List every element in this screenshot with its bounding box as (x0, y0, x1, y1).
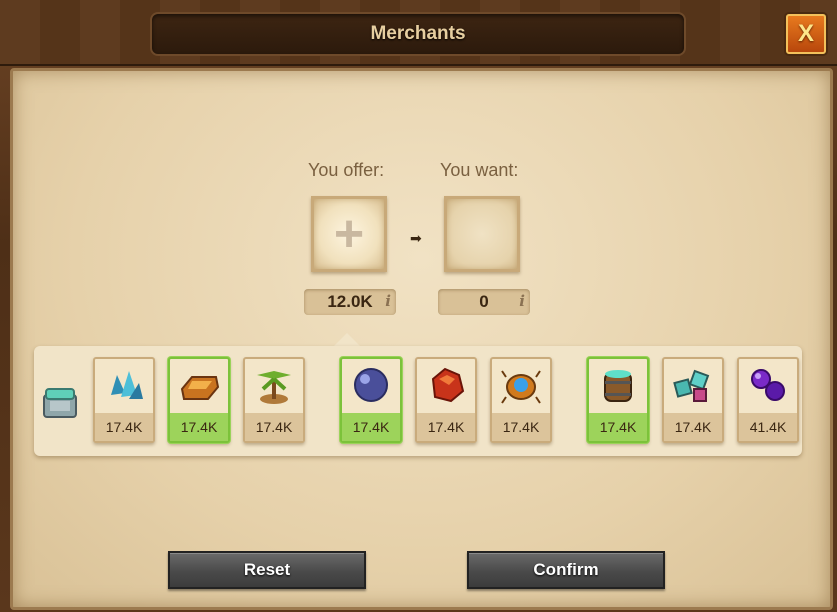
arrow-right-icon: ➡ (410, 230, 422, 246)
crystals-icon (111, 371, 143, 399)
goods-qty: 17.4K (170, 413, 228, 441)
reset-button[interactable]: Reset (168, 551, 366, 589)
goods-card-5[interactable]: 17.4K (415, 357, 477, 443)
purple-orbs-icon (751, 369, 785, 401)
want-amount: 0 i (438, 289, 530, 315)
want-amount-value: 0 (479, 292, 489, 311)
goods-qty: 41.4K (739, 413, 797, 441)
title-plate: Merchants (150, 12, 686, 56)
goods-card-4[interactable]: 17.4K (340, 357, 402, 443)
goods-qty: 17.4K (245, 413, 303, 441)
close-icon: X (797, 20, 814, 47)
goods-card-8[interactable]: 17.4K (662, 357, 724, 443)
info-icon[interactable]: i (385, 292, 391, 310)
goods-qty: 17.4K (589, 413, 647, 441)
offer-label: You offer: (308, 160, 385, 180)
confirm-button[interactable]: Confirm (467, 551, 665, 589)
merchant-panel (10, 68, 833, 610)
want-label: You want: (440, 160, 519, 180)
palm-tree-icon (257, 371, 291, 404)
offer-amount-value: 12.0K (327, 292, 373, 311)
goods-card-6[interactable]: 17.4K (490, 357, 552, 443)
close-button[interactable]: X (786, 14, 826, 54)
goods-qty: 17.4K (417, 413, 475, 441)
goods-qty: 17.4K (492, 413, 550, 441)
info-icon[interactable]: i (519, 292, 525, 310)
goods-card-3[interactable]: 17.4K (243, 357, 305, 443)
want-slot[interactable] (444, 196, 520, 272)
orb-icon (354, 368, 388, 402)
strip-pointer (333, 333, 361, 347)
scarab-icon (501, 370, 541, 404)
goods-card-7[interactable]: 17.4K (587, 357, 649, 443)
goods-qty: 17.4K (664, 413, 722, 441)
plus-icon: + (333, 205, 365, 263)
goods-chest-icon[interactable] (40, 383, 80, 423)
goods-card-1[interactable]: 17.4K (93, 357, 155, 443)
gold-bar-icon (180, 376, 220, 400)
goods-card-9[interactable]: 41.4K (737, 357, 799, 443)
window-title: Merchants (370, 23, 466, 44)
barrel-icon (604, 370, 632, 402)
goods-qty: 17.4K (95, 413, 153, 441)
goods-qty: 17.4K (342, 413, 400, 441)
goods-card-2[interactable]: 17.4K (168, 357, 230, 443)
red-rock-icon (431, 367, 465, 403)
offer-amount: 12.0K i (304, 289, 396, 315)
cubes-icon (673, 369, 710, 402)
offer-slot[interactable]: + (311, 196, 387, 272)
